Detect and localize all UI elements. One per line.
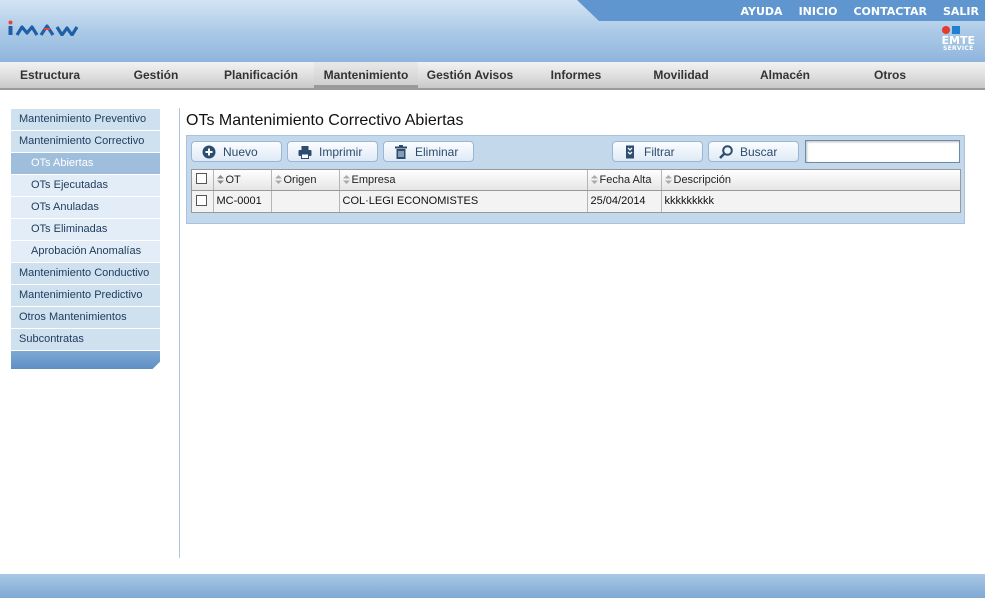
nav-almacen[interactable]: Almacén [740, 62, 830, 88]
emte-logo-subtext: SERVICE [942, 45, 974, 52]
trash-icon [395, 144, 407, 159]
column-header-fecha-alta[interactable]: Fecha Alta [587, 170, 662, 191]
sidebar-menu: Mantenimiento Preventivo Mantenimiento C… [11, 109, 160, 369]
search-button-label: Buscar [740, 144, 778, 159]
nav-movilidad[interactable]: Movilidad [636, 62, 726, 88]
app-footer [0, 574, 985, 598]
sidebar-item-aprobacion-anomalias[interactable]: Aprobación Anomalías [11, 241, 160, 263]
new-button-label: Nuevo [223, 144, 258, 159]
search-input[interactable] [805, 140, 960, 163]
nav-gestion-avisos[interactable]: Gestión Avisos [422, 62, 518, 88]
logout-link[interactable]: SALIR [943, 5, 979, 18]
delete-button[interactable]: Eliminar [383, 141, 474, 162]
page-title: OTs Mantenimiento Correctivo Abiertas [186, 112, 464, 129]
sort-icon [342, 174, 350, 184]
print-button[interactable]: Imprimir [287, 141, 378, 162]
nav-informes[interactable]: Informes [530, 62, 622, 88]
nav-planificacion[interactable]: Planificación [212, 62, 310, 88]
select-all-checkbox[interactable] [196, 173, 207, 185]
ot-table: OT Origen Empresa Fecha Alta Descripción [191, 169, 961, 213]
home-link[interactable]: INICIO [799, 5, 838, 18]
logo-red-dot-icon [941, 26, 950, 34]
new-button[interactable]: Nuevo [191, 141, 282, 162]
sort-icon [216, 174, 224, 184]
main-nav: Estructura Gestión Planificación Manteni… [0, 62, 985, 90]
sidebar-item-ots-ejecutadas[interactable]: OTs Ejecutadas [11, 175, 160, 197]
logo-wordmark-icon [8, 20, 79, 36]
emte-service-logo: EMTE SERVICE [941, 26, 975, 52]
sidebar-item-mantenimiento-correctivo[interactable]: Mantenimiento Correctivo [11, 131, 160, 153]
sort-icon [664, 174, 672, 184]
cell-fecha-alta[interactable]: 25/04/2014 [587, 190, 662, 212]
column-header-empresa[interactable]: Empresa [339, 170, 588, 191]
select-all-cell [192, 170, 214, 191]
sidebar-item-mantenimiento-conductivo[interactable]: Mantenimiento Conductivo [11, 263, 160, 285]
row-select-cell [192, 190, 214, 212]
sort-icon [590, 174, 598, 184]
filter-icon [626, 145, 634, 158]
cell-ot[interactable]: MC-0001 [213, 190, 272, 212]
column-header-descripcion[interactable]: Descripción [661, 170, 960, 191]
filter-button-label: Filtrar [644, 144, 675, 159]
row-checkbox[interactable] [196, 194, 207, 206]
column-header-ot[interactable]: OT [213, 170, 272, 191]
column-header-origen[interactable]: Origen [271, 170, 340, 191]
sidebar-item-ots-abiertas[interactable]: OTs Abiertas [11, 153, 160, 175]
content-divider [179, 108, 180, 558]
delete-button-label: Eliminar [415, 144, 459, 159]
cell-empresa[interactable]: COL·LEGI ECONOMISTES [339, 190, 588, 212]
search-button[interactable]: Buscar [708, 141, 799, 162]
app-header: AYUDA INICIO CONTACTAR SALIR EMTE SERVIC… [0, 0, 985, 62]
filter-button[interactable]: Filtrar [612, 141, 703, 162]
plus-circle-icon [202, 145, 216, 158]
nav-estructura[interactable]: Estructura [4, 62, 96, 88]
ot-list-panel: Nuevo Imprimir Eliminar Filtrar Buscar O… [186, 135, 965, 224]
sidebar-item-ots-eliminadas[interactable]: OTs Eliminadas [11, 219, 160, 241]
nav-otros[interactable]: Otros [846, 62, 934, 88]
cell-descripcion[interactable]: kkkkkkkkk [661, 190, 960, 212]
sidebar-item-mantenimiento-predictivo[interactable]: Mantenimiento Predictivo [11, 285, 160, 307]
nav-gestion[interactable]: Gestión [112, 62, 200, 88]
sidebar-footer [11, 351, 160, 369]
table-row[interactable]: MC-0001 COL·LEGI ECONOMISTES 25/04/2014 … [192, 190, 960, 212]
help-link[interactable]: AYUDA [741, 5, 783, 18]
print-button-label: Imprimir [319, 144, 363, 159]
sidebar-item-mantenimiento-preventivo[interactable]: Mantenimiento Preventivo [11, 109, 160, 131]
contact-link[interactable]: CONTACTAR [853, 5, 927, 18]
sidebar-item-subcontratas[interactable]: Subcontratas [11, 329, 160, 351]
top-links-bar: AYUDA INICIO CONTACTAR SALIR [577, 0, 985, 21]
printer-icon [298, 145, 312, 159]
cell-origen[interactable] [271, 190, 340, 212]
logo-blue-square-icon [951, 26, 960, 34]
sidebar-item-otros-mantenimientos[interactable]: Otros Mantenimientos [11, 307, 160, 329]
nav-mantenimiento[interactable]: Mantenimiento [314, 62, 418, 88]
sort-icon [274, 174, 282, 184]
imaw-logo [8, 20, 96, 36]
sidebar-item-ots-anuladas[interactable]: OTs Anuladas [11, 197, 160, 219]
magnifier-icon [719, 144, 733, 159]
